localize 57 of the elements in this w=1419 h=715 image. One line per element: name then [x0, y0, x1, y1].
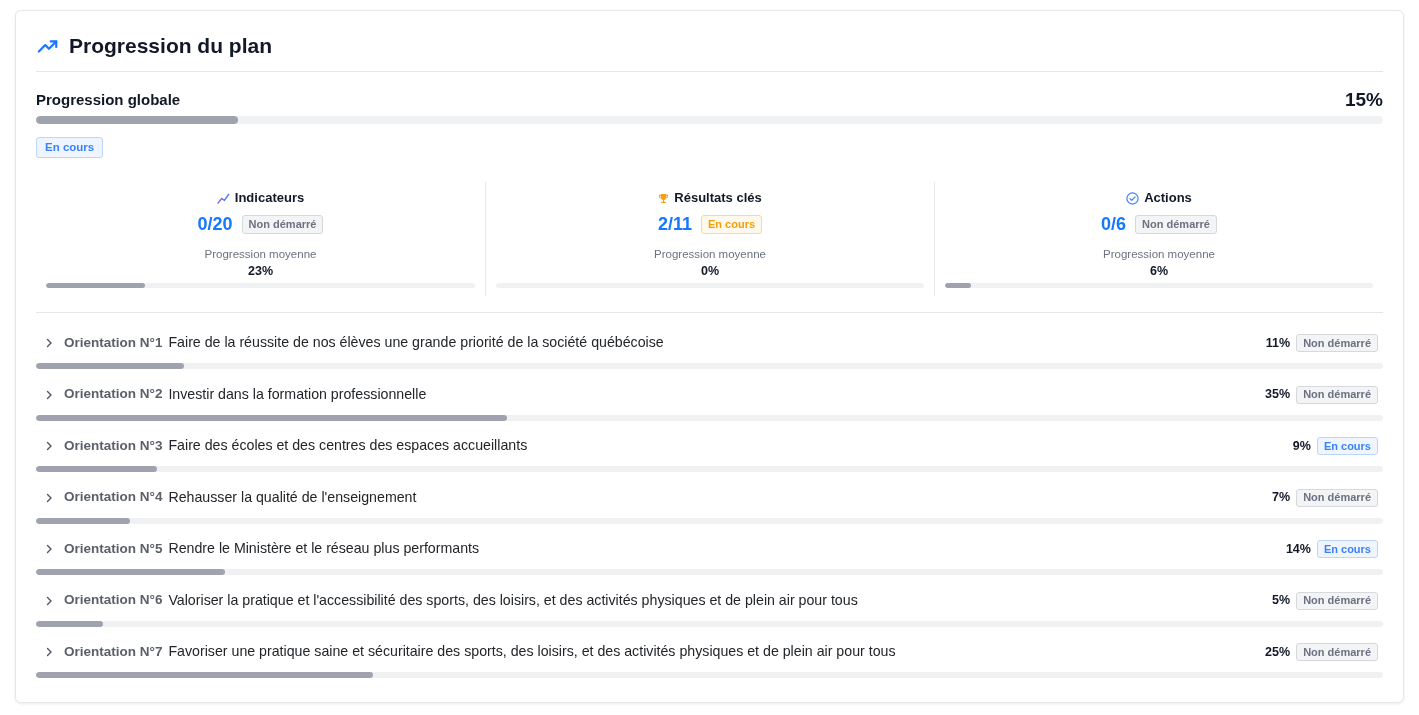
- orientation-progress-value: 7%: [1272, 489, 1291, 507]
- status-badge: Non démarré: [1135, 214, 1217, 234]
- orientation-label: Orientation N°7: [64, 642, 163, 661]
- orientation-label: Orientation N°3: [64, 436, 163, 455]
- status-badge: En cours: [36, 137, 104, 158]
- indicator-line-icon: [216, 192, 230, 204]
- orientation-title: Favoriser une pratique saine et sécuritaire des sports, des loisirs, et des activités physiques et de plein air pour tous: [168, 642, 896, 662]
- chevron-right-icon[interactable]: [44, 595, 54, 606]
- orientation-label: Orientation N°6: [64, 591, 163, 610]
- stat-title: Résultats clés: [674, 189, 762, 208]
- panel-title: Progression du plan: [69, 33, 273, 59]
- average-label: Progression moyenne: [204, 247, 317, 262]
- status-badge: Non démarré: [1296, 591, 1378, 610]
- orientation-title: Faire de la réussite de nos élèves une grande priorité de la société québécoise: [168, 333, 664, 353]
- stat-count: 2/11: [657, 212, 692, 236]
- orientation-progress-value: 9%: [1292, 437, 1311, 455]
- status-badge: Non démarré: [241, 214, 324, 234]
- orientation-progress-value: 35%: [1265, 386, 1291, 404]
- average-value: 23%: [248, 263, 273, 279]
- orientation-label: Orientation N°2: [64, 385, 163, 404]
- status-badge: En cours: [1316, 437, 1378, 455]
- chevron-right-icon[interactable]: [44, 492, 54, 503]
- orientation-label: Orientation N°1: [64, 333, 163, 352]
- chevron-right-icon[interactable]: [44, 389, 54, 400]
- orientation-progress-value: 14%: [1285, 540, 1311, 558]
- status-badge: En cours: [701, 214, 763, 234]
- trophy-icon: [658, 192, 670, 204]
- orientation-title: Investir dans la formation professionnelle: [168, 384, 427, 404]
- average-value: 0%: [700, 263, 720, 279]
- orientation-progress-value: 5%: [1272, 592, 1291, 610]
- stat-count: 0/6: [1101, 212, 1127, 236]
- average-label: Progression moyenne: [1103, 247, 1215, 262]
- stat-title: Actions: [1144, 189, 1192, 208]
- status-badge: Non démarré: [1296, 334, 1378, 352]
- status-badge: Non démarré: [1296, 488, 1378, 507]
- chevron-right-icon[interactable]: [44, 544, 54, 554]
- stat-title: Indicateurs: [234, 189, 305, 208]
- orientation-title: Rehausser la qualité de l'enseignement: [168, 487, 417, 507]
- chevron-right-icon[interactable]: [44, 338, 54, 348]
- average-value: 6%: [1149, 263, 1169, 279]
- orientation-title: Valoriser la pratique et l'accessibilité des sports, des loisirs, et des activités physiques et de plein air pour tous: [168, 590, 858, 610]
- orientation-progress-value: 11%: [1265, 334, 1291, 352]
- orientation-progress-value: 25%: [1265, 643, 1291, 661]
- orientation-title: Faire des écoles et des centres des espaces accueillants: [168, 436, 528, 456]
- stat-count: 0/20: [197, 212, 233, 236]
- orientation-label: Orientation N°5: [64, 539, 163, 558]
- global-progress-label: Progression globale: [36, 89, 181, 110]
- global-progress-value: 15%: [1344, 87, 1383, 112]
- status-badge: En cours: [1316, 540, 1378, 558]
- orientation-title: Rendre le Ministère et le réseau plus performants: [168, 539, 480, 559]
- chevron-right-icon[interactable]: [44, 647, 54, 657]
- check-circle-icon: [1126, 191, 1140, 205]
- status-badge: Non démarré: [1296, 643, 1378, 661]
- average-label: Progression moyenne: [654, 247, 766, 262]
- status-badge: Non démarré: [1296, 385, 1378, 404]
- chevron-right-icon[interactable]: [44, 441, 54, 451]
- orientation-label: Orientation N°4: [64, 488, 163, 507]
